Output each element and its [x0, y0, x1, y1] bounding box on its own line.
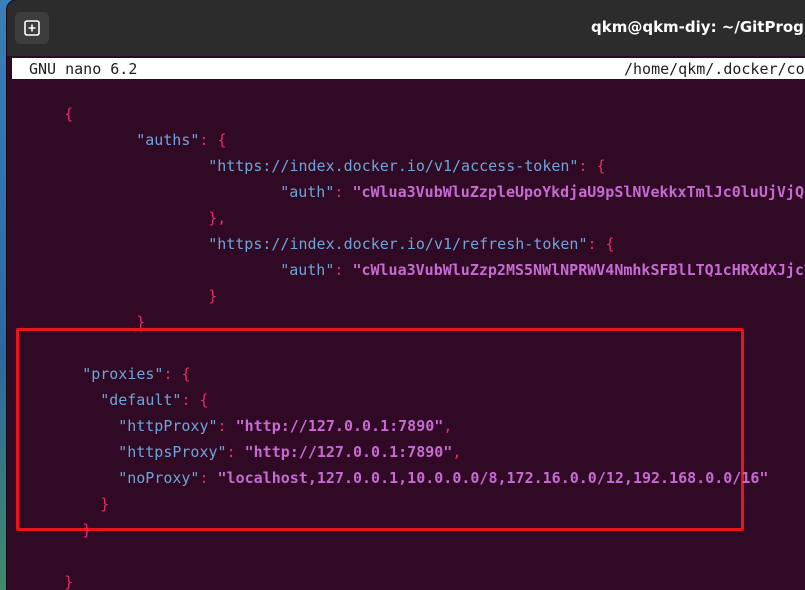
code-line-no-proxy: "noProxy": "localhost,127.0.0.1,10.0.0.0…: [64, 451, 768, 505]
terminal-window: qkm@qkm-diy: ~/GitProgram/c GNU nano 6.2…: [7, 0, 805, 590]
json-brace: }: [64, 573, 74, 590]
terminal-titlebar: qkm@qkm-diy: ~/GitProgram/c: [7, 0, 805, 56]
json-value-refresh-auth: "cWlua3VubWluZzp2MS5NWlNPRWV4NmhkSFBlLTQ…: [352, 261, 805, 279]
code-line-access-auth: "auth": "cWlua3VubWluZzpleUpoYkdjaU9pSlN…: [226, 165, 805, 219]
nano-version: GNU nano 6.2: [29, 60, 138, 78]
nano-file-path: /home/qkm/.docker/cor: [624, 60, 805, 78]
json-punctuation: :: [334, 183, 353, 201]
json-brace: }: [82, 521, 92, 539]
editor-text-area[interactable]: { "auths": { "https://index.docker.io/v1…: [7, 79, 805, 590]
nano-header-bar: GNU nano 6.2 /home/qkm/.docker/cor: [12, 58, 805, 79]
window-title: qkm@qkm-diy: ~/GitProgram/c: [591, 18, 805, 36]
new-tab-button[interactable]: [15, 12, 49, 44]
new-tab-icon: [24, 20, 40, 36]
code-line-close-refresh: }: [154, 269, 217, 323]
json-punctuation: :: [334, 261, 353, 279]
code-line-final: }: [10, 555, 73, 590]
json-brace: }: [100, 495, 110, 513]
json-punctuation: :: [199, 469, 218, 487]
code-line-close-proxies: }: [28, 503, 91, 557]
code-line-1: {: [10, 87, 73, 141]
json-key-auth: "auth": [280, 261, 335, 279]
json-brace: }: [208, 287, 218, 305]
code-line-refresh-auth: "auth": "cWlua3VubWluZzp2MS5NWlNPRWV4Nmh…: [226, 243, 805, 297]
json-value-no-proxy: "localhost,127.0.0.1,10.0.0.0/8,172.16.0…: [217, 469, 769, 487]
json-key-no-proxy: "noProxy": [118, 469, 200, 487]
json-brace: {: [64, 105, 74, 123]
json-value-access-auth: "cWlua3VubWluZzpleUpoYkdjaU9pSlNVekkxTml…: [352, 183, 805, 201]
json-key-auth: "auth": [280, 183, 335, 201]
